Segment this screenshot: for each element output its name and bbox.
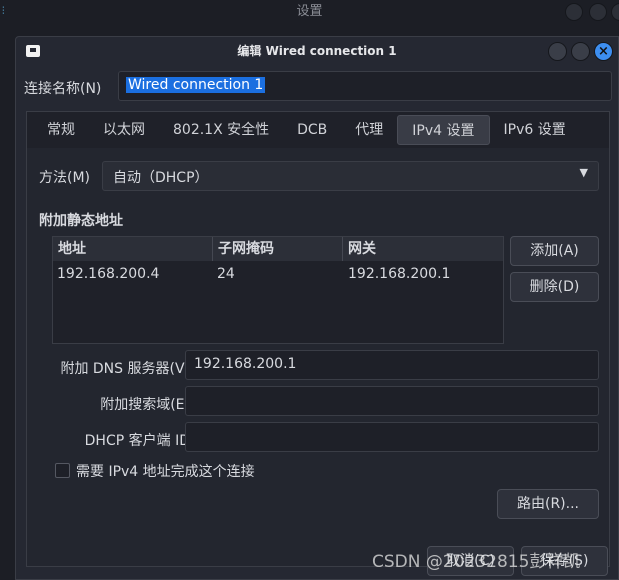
connection-name-value: Wired connection 1 (126, 77, 266, 93)
search-domain-input[interactable] (185, 386, 599, 416)
tab-8021x[interactable]: 802.1X 安全性 (159, 115, 283, 145)
close-icon: × (598, 44, 609, 59)
edit-connection-dialog: 编辑 Wired connection 1 × 连接名称(N) Wired co… (15, 36, 619, 580)
ethernet-icon (26, 45, 40, 57)
dns-value: 192.168.200.1 (194, 356, 297, 372)
bg-maximize-button[interactable] (589, 3, 607, 21)
table-cell[interactable]: 192.168.200.4 (53, 263, 159, 285)
tab-general[interactable]: 常规 (33, 115, 89, 145)
connection-name-input[interactable]: Wired connection 1 (118, 71, 612, 101)
require-ipv4-checkbox[interactable] (55, 463, 70, 478)
dns-label: 附加 DNS 服务器(V) (60, 361, 190, 377)
add-button[interactable]: 添加(A) (510, 236, 599, 266)
column-header[interactable]: 网关 (343, 237, 503, 261)
dhcp-client-id-label: DHCP 客户端 ID (84, 433, 190, 449)
search-domain-label: 附加搜索域(E) (100, 397, 190, 413)
tab-panel: 常规 以太网 802.1X 安全性 DCB 代理 IPv4 设置 IPv6 设置… (26, 111, 610, 567)
dhcp-client-id-input[interactable] (185, 422, 599, 452)
maximize-button[interactable] (571, 42, 590, 61)
method-label: 方法(M) (39, 170, 91, 186)
dialog-title: 编辑 Wired connection 1 (237, 44, 397, 58)
tab-ipv4[interactable]: IPv4 设置 (397, 115, 490, 145)
chevron-down-icon: ▼ (579, 166, 588, 179)
method-select[interactable]: 自动（DHCP） ▼ (102, 161, 599, 191)
require-ipv4-label[interactable]: 需要 IPv4 地址完成这个连接 (76, 461, 255, 481)
table-cell[interactable]: 192.168.200.1 (344, 263, 450, 285)
minimize-button[interactable] (548, 42, 567, 61)
dns-input[interactable]: 192.168.200.1 (185, 350, 599, 380)
tab-proxy[interactable]: 代理 (341, 115, 397, 145)
watermark: CSDN @20232815彭祥凯 (372, 552, 581, 572)
connection-name-label: 连接名称(N) (24, 81, 102, 97)
method-value: 自动（DHCP） (113, 170, 209, 186)
delete-button[interactable]: 删除(D) (510, 272, 599, 302)
tab-dcb[interactable]: DCB (283, 115, 341, 145)
bg-minimize-button[interactable] (565, 3, 583, 21)
column-header[interactable]: 地址 (53, 237, 213, 261)
tab-ethernet[interactable]: 以太网 (89, 115, 159, 145)
tab-bar: 常规 以太网 802.1X 安全性 DCB 代理 IPv4 设置 IPv6 设置 (27, 112, 609, 148)
dialog-titlebar: 编辑 Wired connection 1 × (16, 37, 618, 67)
routes-button[interactable]: 路由(R)... (497, 489, 599, 519)
column-header[interactable]: 子网掩码 (213, 237, 343, 261)
close-button[interactable]: × (594, 42, 613, 61)
static-heading: 附加静态地址 (39, 213, 123, 229)
table-cell[interactable]: 24 (213, 263, 235, 285)
background-window-title: 设置 (296, 4, 323, 19)
static-address-table: 地址 子网掩码 网关 192.168.200.4 24 192.168.200.… (52, 236, 504, 344)
tab-ipv6[interactable]: IPv6 设置 (490, 115, 580, 145)
